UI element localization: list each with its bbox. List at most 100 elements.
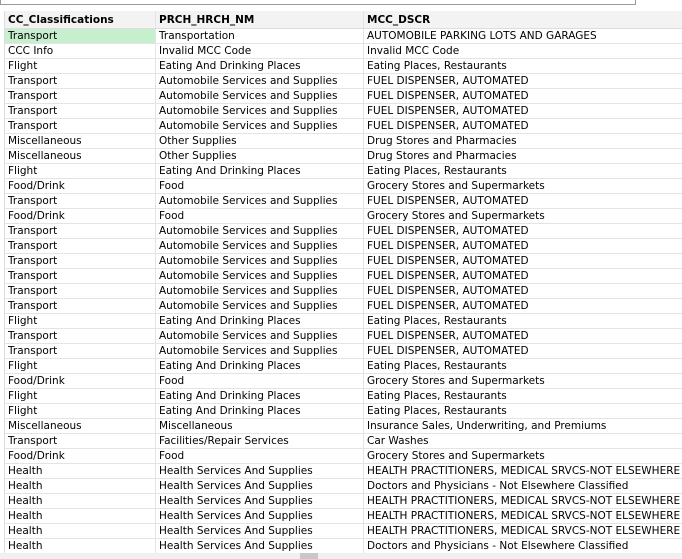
table-cell[interactable]: CCC Info <box>5 44 156 58</box>
table-cell[interactable]: Drug Stores and Pharmacies <box>364 134 682 148</box>
table-cell[interactable]: FUEL DISPENSER, AUTOMATED <box>364 239 682 253</box>
table-cell[interactable]: Invalid MCC Code <box>364 44 682 58</box>
table-cell[interactable]: Health <box>5 479 156 493</box>
table-cell[interactable]: AUTOMOBILE PARKING LOTS AND GARAGES <box>364 29 682 43</box>
table-cell[interactable]: Automobile Services and Supplies <box>156 344 364 358</box>
table-cell[interactable]: Transport <box>5 239 156 253</box>
table-cell[interactable]: Other Supplies <box>156 149 364 163</box>
horizontal-scrollbar[interactable] <box>0 553 682 559</box>
table-cell[interactable]: Eating Places, Restaurants <box>364 164 682 178</box>
table-cell[interactable]: Transport <box>5 269 156 283</box>
table-cell[interactable]: Insurance Sales, Underwriting, and Premi… <box>364 419 682 433</box>
table-cell[interactable]: Transport <box>5 224 156 238</box>
scrollbar-thumb[interactable] <box>300 553 318 559</box>
table-cell[interactable]: Transport <box>5 329 156 343</box>
table-cell[interactable]: Automobile Services and Supplies <box>156 269 364 283</box>
table-cell[interactable]: Eating Places, Restaurants <box>364 314 682 328</box>
table-cell[interactable]: FUEL DISPENSER, AUTOMATED <box>364 344 682 358</box>
table-cell[interactable]: Miscellaneous <box>5 149 156 163</box>
table-cell[interactable]: Health <box>5 524 156 538</box>
table-cell[interactable]: Transport <box>5 29 156 43</box>
table-cell[interactable]: Eating Places, Restaurants <box>364 59 682 73</box>
table-cell[interactable]: FUEL DISPENSER, AUTOMATED <box>364 254 682 268</box>
table-cell[interactable]: Grocery Stores and Supermarkets <box>364 179 682 193</box>
table-cell[interactable]: Food/Drink <box>5 374 156 388</box>
table-cell[interactable]: Miscellaneous <box>156 419 364 433</box>
table-cell[interactable]: Food/Drink <box>5 179 156 193</box>
table-cell[interactable]: HEALTH PRACTITIONERS, MEDICAL SRVCS-NOT … <box>364 524 682 538</box>
table-cell[interactable]: FUEL DISPENSER, AUTOMATED <box>364 119 682 133</box>
table-cell[interactable]: FUEL DISPENSER, AUTOMATED <box>364 104 682 118</box>
table-cell[interactable]: Flight <box>5 59 156 73</box>
table-cell[interactable]: Health <box>5 539 156 553</box>
table-cell[interactable]: Flight <box>5 389 156 403</box>
table-cell[interactable]: FUEL DISPENSER, AUTOMATED <box>364 269 682 283</box>
table-cell[interactable]: Food <box>156 374 364 388</box>
table-cell[interactable]: Eating And Drinking Places <box>156 404 364 418</box>
table-cell[interactable]: Transport <box>5 89 156 103</box>
table-cell[interactable]: HEALTH PRACTITIONERS, MEDICAL SRVCS-NOT … <box>364 464 682 478</box>
table-cell[interactable]: Transport <box>5 299 156 313</box>
table-cell[interactable]: FUEL DISPENSER, AUTOMATED <box>364 224 682 238</box>
table-cell[interactable]: Flight <box>5 404 156 418</box>
table-cell[interactable]: Automobile Services and Supplies <box>156 329 364 343</box>
table-cell[interactable]: Food/Drink <box>5 209 156 223</box>
table-cell[interactable]: Transport <box>5 119 156 133</box>
table-cell[interactable]: Doctors and Physicians - Not Elsewhere C… <box>364 539 682 553</box>
table-cell[interactable]: Automobile Services and Supplies <box>156 74 364 88</box>
table-cell[interactable]: Doctors and Physicians - Not Elsewhere C… <box>364 479 682 493</box>
table-cell[interactable]: Transport <box>5 434 156 448</box>
table-cell[interactable]: Eating And Drinking Places <box>156 314 364 328</box>
table-cell[interactable]: Eating Places, Restaurants <box>364 404 682 418</box>
table-cell[interactable]: FUEL DISPENSER, AUTOMATED <box>364 74 682 88</box>
table-cell[interactable]: FUEL DISPENSER, AUTOMATED <box>364 284 682 298</box>
table-cell[interactable]: Transport <box>5 104 156 118</box>
table-cell[interactable]: FUEL DISPENSER, AUTOMATED <box>364 89 682 103</box>
table-cell[interactable]: Health Services And Supplies <box>156 509 364 523</box>
table-cell[interactable]: FUEL DISPENSER, AUTOMATED <box>364 194 682 208</box>
table-cell[interactable]: Transport <box>5 254 156 268</box>
table-cell[interactable]: Transport <box>5 284 156 298</box>
table-cell[interactable]: Automobile Services and Supplies <box>156 224 364 238</box>
table-cell[interactable]: Health Services And Supplies <box>156 479 364 493</box>
table-cell[interactable]: Food/Drink <box>5 449 156 463</box>
table-cell[interactable]: Flight <box>5 164 156 178</box>
table-cell[interactable]: Health Services And Supplies <box>156 464 364 478</box>
table-cell[interactable]: Automobile Services and Supplies <box>156 89 364 103</box>
table-cell[interactable]: Eating Places, Restaurants <box>364 389 682 403</box>
table-cell[interactable]: Food <box>156 209 364 223</box>
table-cell[interactable]: Eating And Drinking Places <box>156 359 364 373</box>
table-cell[interactable]: Transport <box>5 74 156 88</box>
table-cell[interactable]: Eating And Drinking Places <box>156 389 364 403</box>
table-cell[interactable]: Eating And Drinking Places <box>156 59 364 73</box>
table-cell[interactable]: Flight <box>5 359 156 373</box>
table-cell[interactable]: Health <box>5 509 156 523</box>
table-cell[interactable]: Health Services And Supplies <box>156 494 364 508</box>
table-cell[interactable]: FUEL DISPENSER, AUTOMATED <box>364 299 682 313</box>
table-cell[interactable]: Invalid MCC Code <box>156 44 364 58</box>
table-cell[interactable]: HEALTH PRACTITIONERS, MEDICAL SRVCS-NOT … <box>364 509 682 523</box>
table-cell[interactable]: Health Services And Supplies <box>156 524 364 538</box>
table-cell[interactable]: Automobile Services and Supplies <box>156 104 364 118</box>
table-cell[interactable]: Automobile Services and Supplies <box>156 254 364 268</box>
table-cell[interactable]: Eating Places, Restaurants <box>364 359 682 373</box>
table-cell[interactable]: Miscellaneous <box>5 134 156 148</box>
formula-bar-box[interactable] <box>0 0 636 5</box>
table-cell[interactable]: Miscellaneous <box>5 419 156 433</box>
table-cell[interactable]: Eating And Drinking Places <box>156 164 364 178</box>
table-cell[interactable]: Flight <box>5 314 156 328</box>
table-cell[interactable]: Grocery Stores and Supermarkets <box>364 449 682 463</box>
table-cell[interactable]: Automobile Services and Supplies <box>156 284 364 298</box>
table-cell[interactable]: Other Supplies <box>156 134 364 148</box>
table-cell[interactable]: Health Services And Supplies <box>156 539 364 553</box>
table-cell[interactable]: Health <box>5 494 156 508</box>
table-cell[interactable]: FUEL DISPENSER, AUTOMATED <box>364 329 682 343</box>
table-cell[interactable]: Food <box>156 449 364 463</box>
table-cell[interactable]: Grocery Stores and Supermarkets <box>364 209 682 223</box>
table-cell[interactable]: Transportation <box>156 29 364 43</box>
table-cell[interactable]: Transport <box>5 194 156 208</box>
table-cell[interactable]: Grocery Stores and Supermarkets <box>364 374 682 388</box>
column-header[interactable]: MCC_DSCR <box>364 11 682 28</box>
table-cell[interactable]: Transport <box>5 344 156 358</box>
column-header[interactable]: PRCH_HRCH_NM <box>156 11 364 28</box>
